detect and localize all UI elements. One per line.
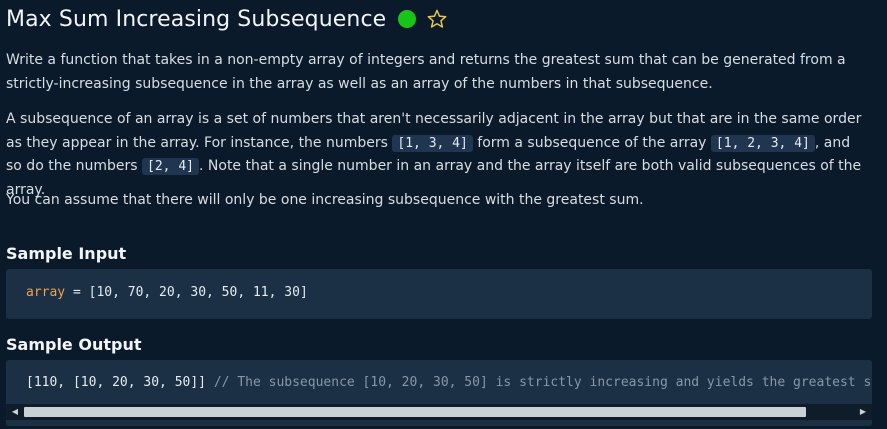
- sample-input-code-block: array = [10, 70, 20, 30, 50, 11, 30]: [6, 269, 872, 319]
- star-outline-icon[interactable]: [426, 8, 448, 30]
- inline-code-1: [1, 3, 4]: [392, 134, 473, 152]
- description-paragraph-3: You can assume that there will only be o…: [6, 192, 644, 208]
- output-value: [110, [10, 20, 30, 50]]: [26, 375, 214, 390]
- horizontal-scrollbar[interactable]: ◀ ▶: [6, 404, 872, 420]
- sample-input-code-line: array = [10, 70, 20, 30, 50, 11, 30]: [26, 285, 308, 300]
- scroll-thumb[interactable]: [24, 407, 806, 417]
- sample-output-heading: Sample Output: [6, 335, 142, 354]
- code-variable: array: [26, 285, 66, 300]
- output-comment: // The subsequence [10, 20, 30, 50] is s…: [213, 375, 872, 390]
- description-paragraph-1: Write a function that takes in a non-emp…: [6, 52, 846, 92]
- scroll-left-arrow-icon[interactable]: ◀: [10, 407, 20, 417]
- title-row: Max Sum Increasing Subsequence: [6, 4, 448, 34]
- p2-text-b: form a subsequence of the array: [477, 134, 707, 151]
- sample-output-code-line: [110, [10, 20, 30, 50]] // The subsequen…: [26, 375, 872, 390]
- code-assignment: = [10, 70, 20, 30, 50, 11, 30]: [65, 285, 308, 300]
- completed-dot-icon: [398, 10, 417, 28]
- inline-code-3: [2, 4]: [142, 158, 199, 175]
- sample-input-heading: Sample Input: [6, 244, 127, 263]
- sample-output-code-block: [110, [10, 20, 30, 50]] // The subsequen…: [6, 360, 872, 426]
- page-title: Max Sum Increasing Subsequence: [6, 6, 387, 32]
- description-paragraph-2: A subsequence of an array is a set of nu…: [6, 108, 866, 202]
- inline-code-2: [1, 2, 3, 4]: [710, 134, 815, 152]
- problem-page: Max Sum Increasing Subsequence Write a f…: [0, 0, 887, 429]
- scroll-right-arrow-icon[interactable]: ▶: [858, 407, 868, 417]
